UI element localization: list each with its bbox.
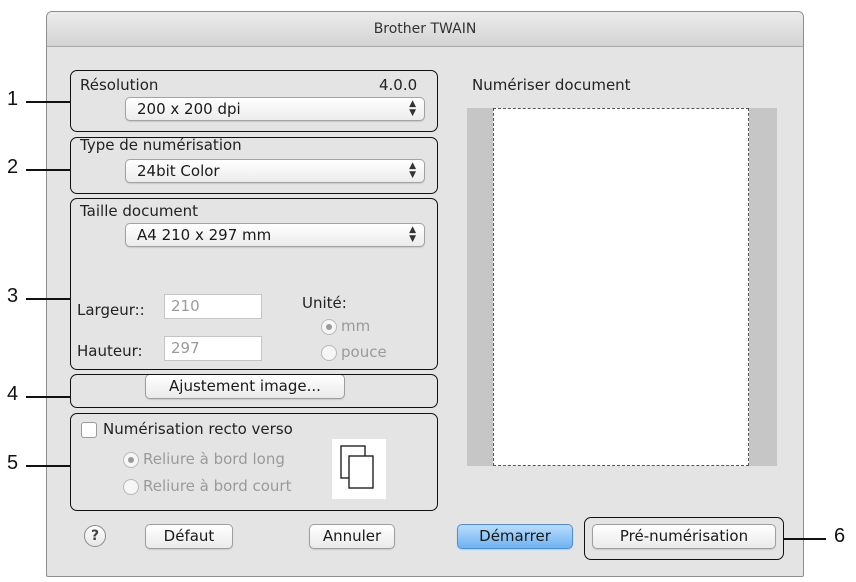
help-button[interactable]: ? [84,525,106,547]
callout-number-5: 5 [7,452,19,474]
callout-box-1 [70,70,438,132]
callout-number-2: 2 [7,156,19,178]
callout-number-6: 6 [834,525,846,547]
callout-number-3: 3 [7,285,19,307]
start-button[interactable]: Démarrer [457,524,573,549]
callout-number-4: 4 [7,383,19,405]
callout-leader-4 [26,396,70,398]
callout-box-5 [70,413,438,511]
callout-leader-1 [26,101,70,103]
window-title: Brother TWAIN [47,12,803,47]
default-button[interactable]: Défaut [145,524,233,549]
callout-leader-2 [26,169,70,171]
callout-number-1: 1 [7,88,19,110]
callout-leader-3 [26,298,70,300]
callout-box-2 [70,137,438,194]
callout-box-3 [70,198,438,370]
callout-box-4 [70,374,438,408]
callout-leader-6 [784,538,826,540]
cancel-button[interactable]: Annuler [309,524,395,549]
preview-page [493,108,749,466]
preview-title: Numériser document [472,76,631,94]
callout-box-6 [584,517,784,560]
preview-area[interactable] [467,108,777,466]
callout-leader-5 [26,465,70,467]
